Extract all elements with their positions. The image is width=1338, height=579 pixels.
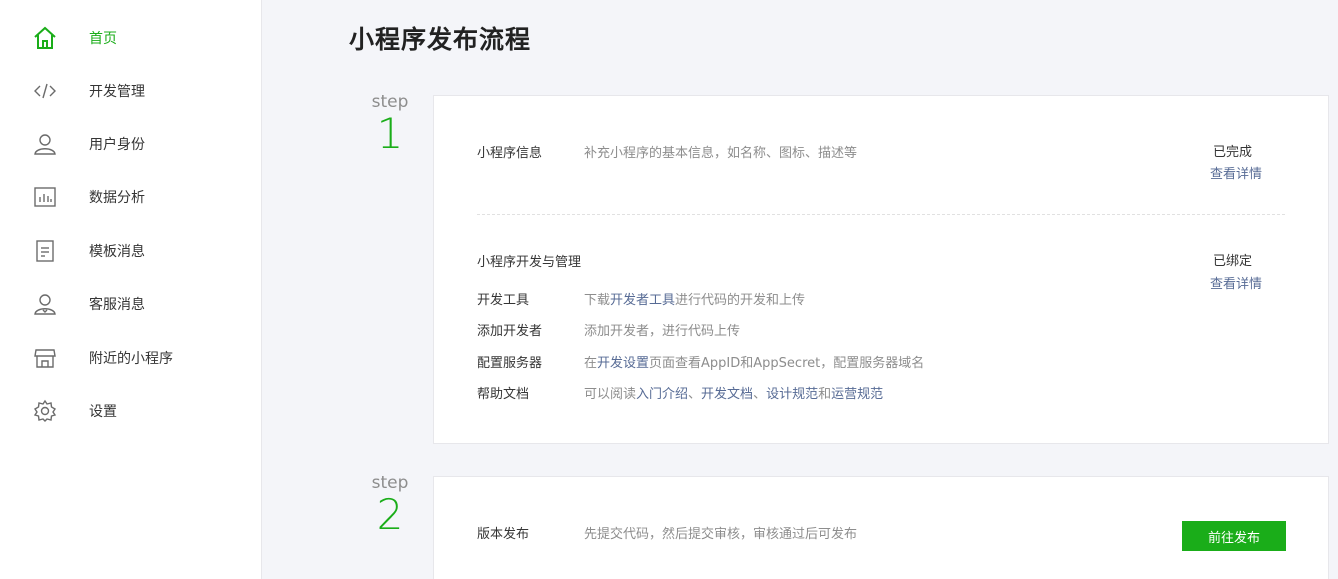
version-release-desc: 先提交代码，然后提交审核，审核通过后可发布 [584,527,858,542]
sidebar-item-label: 设置 [89,404,117,420]
view-details-link[interactable]: 查看详情 [1210,163,1262,182]
chart-icon [32,184,58,210]
step-number: 2 [376,490,404,539]
text: 下载 [584,293,611,308]
document-icon [32,238,58,264]
operation-spec-link[interactable]: 运营规范 [831,387,883,402]
add-developer-desc: 添加开发者，进行代码上传 [584,324,741,339]
gear-icon [32,398,58,424]
sidebar-item-label: 开发管理 [89,84,145,100]
text: 、 [753,387,767,402]
sidebar-item-label: 模板消息 [89,244,145,260]
step-number: 1 [376,109,404,158]
sidebar: 首页 开发管理 用户身份 数据分析 模板消息 客服消息 附近的小程序 设置 [0,0,262,579]
dev-tools-desc: 下载开发者工具进行代码的开发和上传 [584,289,805,308]
sidebar-item-nearby-mini-programs[interactable]: 附近的小程序 [0,338,262,378]
help-docs-title: 帮助文档 [477,387,530,402]
step-2-card: 版本发布 先提交代码，然后提交审核，审核通过后可发布 前往发布 [433,476,1329,579]
sidebar-item-label: 数据分析 [89,190,145,206]
step-1-indicator: step 1 [360,92,420,156]
config-server-title: 配置服务器 [477,356,543,371]
sidebar-item-label: 客服消息 [89,297,145,313]
text: 在 [584,356,598,371]
home-icon [32,25,58,51]
version-release-title: 版本发布 [477,527,530,542]
support-user-icon [32,291,58,317]
store-icon [32,345,58,371]
status-completed: 已完成 [1212,145,1252,160]
dev-management-title: 小程序开发与管理 [477,255,582,270]
step-1-card: 小程序信息 补充小程序的基本信息，如名称、图标、描述等 已完成 查看详情 小程序… [433,95,1329,444]
sidebar-item-settings[interactable]: 设置 [0,391,262,431]
sidebar-item-customer-service[interactable]: 客服消息 [0,284,262,324]
sidebar-item-home[interactable]: 首页 [0,18,262,58]
developer-tools-link[interactable]: 开发者工具 [610,293,675,308]
code-icon [32,78,58,104]
text: 进行代码的开发和上传 [675,293,806,308]
text: 页面查看AppID和AppSecret，配置服务器域名 [649,356,925,371]
user-icon [32,131,58,157]
mini-program-info-desc: 补充小程序的基本信息，如名称、图标、描述等 [584,146,858,161]
sidebar-item-label: 首页 [89,31,117,47]
add-developer-title: 添加开发者 [477,324,543,339]
sidebar-item-label: 用户身份 [89,137,145,153]
status-bound: 已绑定 [1212,254,1252,269]
mini-program-info-title: 小程序信息 [477,146,543,161]
sidebar-item-template-message[interactable]: 模板消息 [0,231,262,271]
sidebar-item-data-analysis[interactable]: 数据分析 [0,177,262,217]
dev-tools-title: 开发工具 [477,293,530,308]
intro-link[interactable]: 入门介绍 [636,387,688,402]
design-spec-link[interactable]: 设计规范 [766,387,818,402]
text: 可以阅读 [584,387,637,402]
sidebar-item-label: 附近的小程序 [89,351,173,367]
divider [477,214,1285,215]
help-docs-desc: 可以阅读入门介绍、开发文档、设计规范和运营规范 [584,383,883,402]
sidebar-item-user-identity[interactable]: 用户身份 [0,124,262,164]
main-content: 小程序发布流程 step 1 小程序信息 补充小程序的基本信息，如名称、图标、描… [263,0,1338,579]
go-publish-button[interactable]: 前往发布 [1182,521,1286,551]
step-2-indicator: step 2 [360,473,420,537]
dev-docs-link[interactable]: 开发文档 [701,387,753,402]
text: 和 [818,387,832,402]
config-server-desc: 在开发设置页面查看AppID和AppSecret，配置服务器域名 [584,352,924,371]
text: 、 [688,387,702,402]
view-details-link[interactable]: 查看详情 [1210,273,1262,292]
dev-settings-link[interactable]: 开发设置 [597,356,649,371]
page-title: 小程序发布流程 [349,25,532,54]
sidebar-item-dev-management[interactable]: 开发管理 [0,71,262,111]
